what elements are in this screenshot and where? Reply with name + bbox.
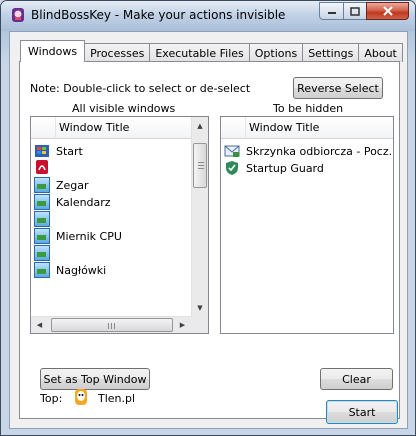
top-window-value: Tlen.pl	[98, 392, 136, 405]
list-item[interactable]	[34, 211, 56, 227]
list-item-label: Zegar	[56, 178, 89, 192]
start-icon	[35, 145, 49, 157]
scroll-right-icon[interactable]: ▶	[174, 317, 191, 333]
app-window: BlindBossKey - Make your actions invisib…	[0, 0, 416, 436]
application-icon	[34, 177, 50, 193]
list-item[interactable]: Nagłówki	[34, 262, 106, 278]
tab-processes[interactable]: Processes	[84, 43, 151, 62]
tab-settings[interactable]: Settings	[302, 43, 360, 62]
left-list-header: Window Title	[31, 117, 208, 139]
list-item[interactable]: Zegar	[34, 177, 89, 193]
title-bar[interactable]: BlindBossKey - Make your actions invisib…	[1, 1, 415, 31]
tab-strip: Windows Processes Executable Files Optio…	[20, 40, 403, 62]
scroll-up-icon[interactable]: ▲	[192, 117, 208, 134]
right-panel-heading: To be hidden	[273, 102, 344, 115]
close-button[interactable]	[366, 2, 409, 20]
reverse-select-button[interactable]: Reverse Select	[293, 77, 383, 99]
app-icon	[12, 8, 24, 22]
tab-executable-files[interactable]: Executable Files	[149, 43, 250, 62]
list-item[interactable]: Kalendarz	[34, 194, 111, 210]
scroll-left-icon[interactable]: ◀	[31, 317, 48, 333]
scroll-thumb[interactable]	[193, 143, 207, 188]
list-item[interactable]	[34, 159, 56, 175]
list-item[interactable]: Miernik CPU	[34, 228, 122, 244]
application-icon	[34, 228, 50, 244]
top-label: Top:	[40, 392, 63, 405]
list-item-label: Start	[56, 144, 83, 158]
tab-about[interactable]: About	[358, 43, 403, 62]
right-column-header[interactable]: Window Title	[245, 117, 319, 139]
note-text: Note: Double-click to select or de-selec…	[30, 82, 251, 95]
set-as-top-window-button[interactable]: Set as Top Window	[40, 368, 150, 390]
right-list-header: Window Title	[221, 117, 393, 139]
list-item[interactable]: Start	[34, 143, 83, 159]
scroll-thumb[interactable]	[51, 318, 173, 332]
minimize-button[interactable]	[319, 2, 344, 20]
tab-windows[interactable]: Windows	[20, 40, 86, 62]
mail-icon	[224, 145, 240, 157]
application-icon	[34, 262, 50, 278]
list-item-label: Kalendarz	[56, 195, 111, 209]
list-item-label: Skrzynka odbiorcza - Pocz...	[246, 144, 394, 158]
application-icon	[34, 211, 50, 227]
list-item-label: Miernik CPU	[56, 229, 122, 243]
client-area: Windows Processes Executable Files Optio…	[9, 31, 408, 429]
clear-button[interactable]: Clear	[320, 368, 393, 390]
left-vertical-scrollbar[interactable]: ▲ ▼	[191, 117, 208, 316]
maximize-button[interactable]	[343, 2, 367, 20]
shield-icon	[226, 161, 238, 175]
visible-windows-list[interactable]: Window Title Start Zegar Kalendarz Miern…	[30, 116, 209, 334]
application-icon	[34, 194, 50, 210]
application-icon	[34, 245, 50, 261]
start-button[interactable]: Start	[326, 400, 398, 424]
to-be-hidden-list[interactable]: Window Title Skrzynka odbiorcza - Pocz..…	[220, 116, 394, 334]
close-icon	[382, 6, 393, 16]
scroll-down-icon[interactable]: ▼	[192, 299, 208, 316]
list-item[interactable]: Startup Guard	[224, 160, 324, 176]
left-horizontal-scrollbar[interactable]: ◀ ▶	[31, 316, 191, 333]
tlen-icon	[75, 389, 87, 405]
list-item-label: Nagłówki	[56, 263, 107, 277]
red-app-icon	[36, 160, 48, 174]
list-item[interactable]	[34, 245, 56, 261]
window-title: BlindBossKey - Make your actions invisib…	[31, 8, 286, 22]
windows-tab-panel: Note: Double-click to select or de-selec…	[19, 61, 400, 419]
list-item[interactable]: Skrzynka odbiorcza - Pocz...	[224, 143, 394, 159]
left-column-header[interactable]: Window Title	[55, 117, 129, 139]
tab-options[interactable]: Options	[248, 43, 304, 62]
left-panel-heading: All visible windows	[72, 102, 176, 115]
maximize-icon	[350, 6, 360, 16]
list-item-label: Startup Guard	[246, 161, 324, 175]
minimize-icon	[327, 12, 336, 14]
